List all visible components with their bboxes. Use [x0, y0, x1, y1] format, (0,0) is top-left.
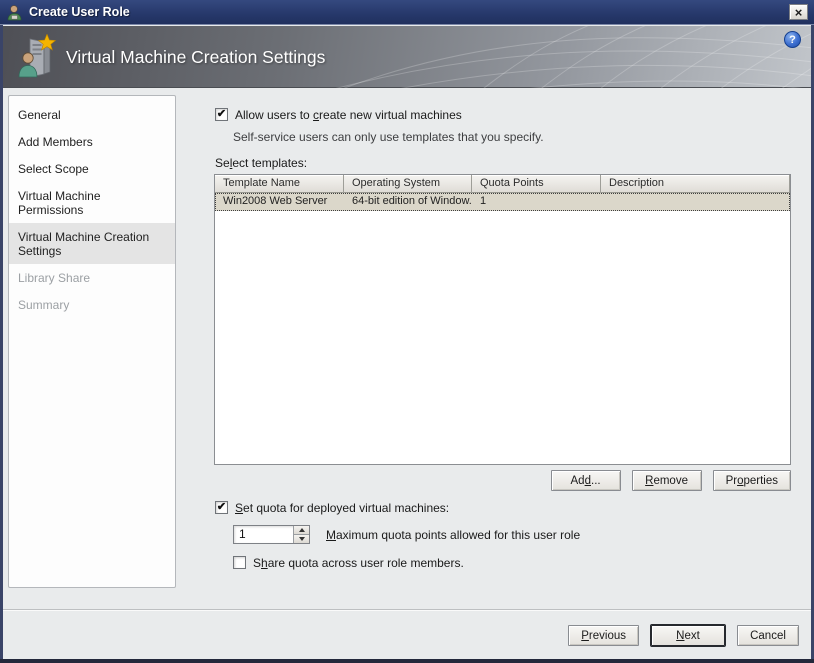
sidebar-item-library-share: Library Share — [9, 264, 175, 291]
chevron-down-icon — [299, 537, 305, 541]
spinner-buttons — [293, 526, 309, 543]
chevron-up-icon — [299, 528, 305, 532]
max-quota-label: Maximum quota points allowed for this us… — [326, 528, 580, 542]
window-title: Create User Role — [29, 5, 130, 19]
table-actions: Add... Remove Properties — [214, 470, 791, 491]
table-row[interactable]: Win2008 Web Server64-bit edition of Wind… — [215, 193, 790, 211]
table-cell: Win2008 Web Server — [215, 193, 344, 211]
mesh-pattern — [294, 26, 814, 88]
table-cell — [601, 193, 790, 211]
wizard-navigation: Previous Next Cancel — [568, 625, 799, 646]
table-header-row: Template NameOperating SystemQuota Point… — [215, 175, 790, 193]
table-cell: 64-bit edition of Window... — [344, 193, 472, 211]
help-icon: ? — [789, 34, 796, 46]
help-button[interactable]: ? — [784, 31, 801, 48]
sidebar-item-add-members[interactable]: Add Members — [9, 128, 175, 155]
self-service-note: Self-service users can only use template… — [233, 130, 544, 144]
create-user-role-dialog: Create User Role × — [0, 0, 814, 663]
share-quota-checkbox[interactable] — [233, 556, 246, 569]
select-templates-label: Select templates: — [215, 156, 307, 170]
next-button[interactable]: Next — [651, 625, 725, 646]
previous-button[interactable]: Previous — [568, 625, 639, 646]
title-bar[interactable]: Create User Role × — [0, 0, 814, 25]
column-header[interactable]: Quota Points — [472, 175, 601, 193]
column-header[interactable]: Description — [601, 175, 790, 193]
properties-button[interactable]: Properties — [713, 470, 791, 491]
table-body: Win2008 Web Server64-bit edition of Wind… — [215, 193, 790, 211]
sidebar-item-general[interactable]: General — [9, 101, 175, 128]
sidebar-item-virtual-machine-permissions[interactable]: Virtual Machine Permissions — [9, 182, 175, 223]
remove-button[interactable]: Remove — [632, 470, 702, 491]
spinner-up-button[interactable] — [294, 526, 309, 534]
window-border-left — [0, 25, 3, 663]
allow-create-label: Allow users to create new virtual machin… — [235, 108, 462, 122]
quota-points-spinner[interactable]: 1 — [233, 525, 310, 544]
footer-divider — [3, 609, 811, 611]
templates-table[interactable]: Template NameOperating SystemQuota Point… — [214, 174, 791, 465]
allow-create-row: ✔ Allow users to create new virtual mach… — [215, 108, 462, 122]
window-border-bottom — [0, 659, 814, 663]
allow-create-checkbox[interactable]: ✔ — [215, 108, 228, 121]
quota-spinner-row: 1 Maximum quota points allowed for this … — [233, 525, 580, 544]
close-button[interactable]: × — [789, 4, 808, 20]
vm-creation-icon — [14, 34, 56, 80]
table-cell: 1 — [472, 193, 601, 211]
sidebar-item-virtual-machine-creation-settings[interactable]: Virtual Machine Creation Settings — [9, 223, 175, 264]
share-quota-row: Share quota across user role members. — [233, 556, 464, 570]
page-title: Virtual Machine Creation Settings — [66, 47, 325, 68]
user-icon — [6, 4, 23, 21]
add-button[interactable]: Add... — [551, 470, 621, 491]
close-icon: × — [795, 6, 803, 19]
column-header[interactable]: Operating System — [344, 175, 472, 193]
sidebar-item-summary: Summary — [9, 291, 175, 318]
share-quota-label: Share quota across user role members. — [253, 556, 464, 570]
quota-points-value: 1 — [234, 526, 293, 543]
sidebar-item-select-scope[interactable]: Select Scope — [9, 155, 175, 182]
wizard-steps-sidebar: GeneralAdd MembersSelect ScopeVirtual Ma… — [8, 95, 176, 588]
set-quota-checkbox[interactable]: ✔ — [215, 501, 228, 514]
spinner-down-button[interactable] — [294, 534, 309, 543]
wizard-header: Virtual Machine Creation Settings ? — [0, 26, 814, 88]
set-quota-row: ✔ Set quota for deployed virtual machine… — [215, 501, 449, 515]
set-quota-label: Set quota for deployed virtual machines: — [235, 501, 449, 515]
cancel-button[interactable]: Cancel — [737, 625, 799, 646]
column-header[interactable]: Template Name — [215, 175, 344, 193]
